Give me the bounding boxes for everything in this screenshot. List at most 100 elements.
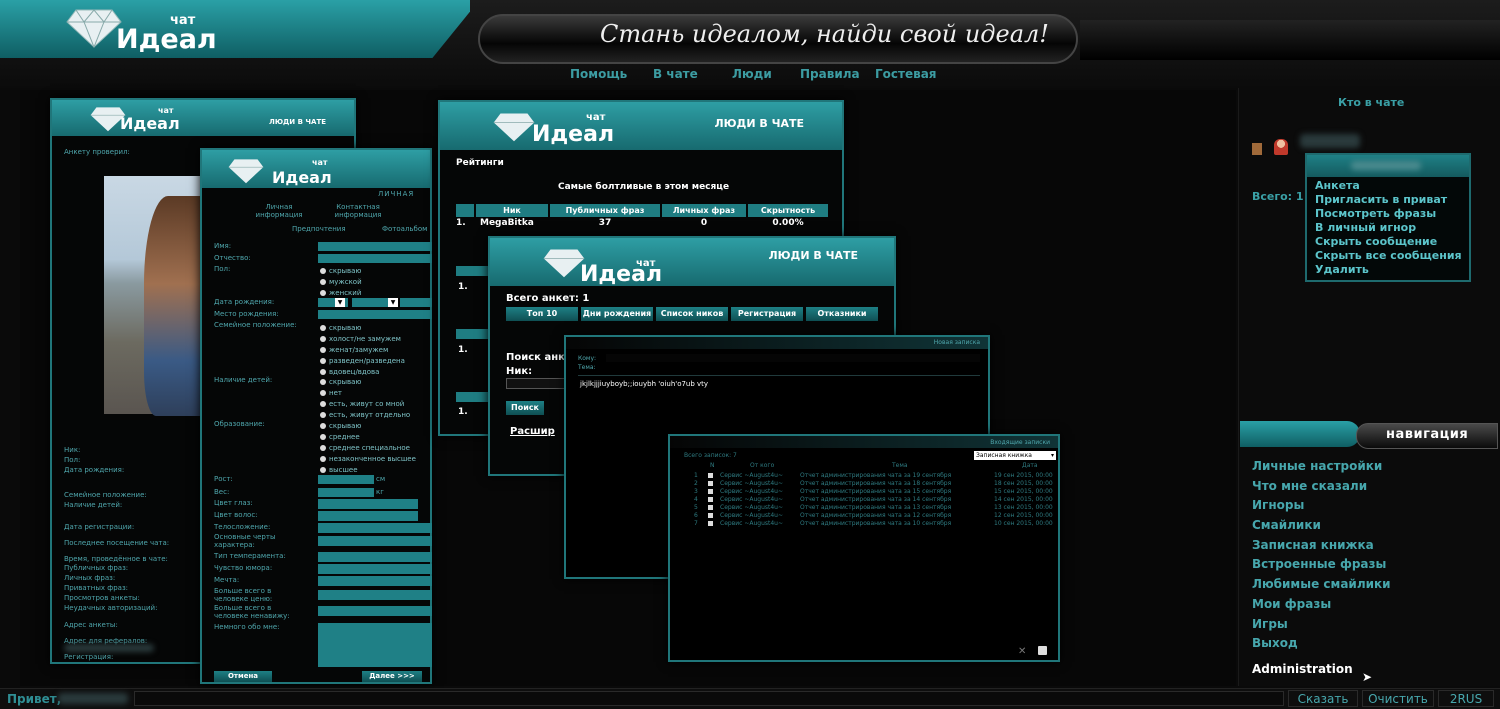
value-input[interactable] [318, 590, 432, 600]
user-avatar-icon[interactable] [1274, 139, 1288, 155]
cancel-button[interactable]: Отмена [214, 671, 272, 682]
chevron-down-icon[interactable]: ▼ [335, 298, 345, 307]
say-button[interactable]: Сказать [1288, 690, 1358, 707]
tab-preferences[interactable]: Предпочтения [292, 225, 346, 233]
nav-my-phrases[interactable]: Мои фразы [1252, 595, 1482, 615]
nav-fav-smileys[interactable]: Любимые смайлики [1252, 575, 1482, 595]
table-row[interactable]: 2 Сервис ~August4u~ Отчет администрировани… [684, 480, 1058, 488]
row-subject[interactable]: Отчет администрирования чата за 13 сентя… [800, 504, 951, 511]
traits-input[interactable] [318, 536, 432, 546]
table-row[interactable]: 1 Сервис ~August4u~ Отчет администрировани… [684, 472, 1058, 480]
extended-search-link[interactable]: Расшир [510, 426, 555, 437]
menu-help[interactable]: Помощь [570, 67, 627, 81]
trash-icon[interactable] [1038, 646, 1047, 655]
radio-education-4[interactable]: высшее [320, 464, 416, 475]
tab-photoalbum[interactable]: Фотоальбом [382, 225, 427, 233]
humor-input[interactable] [318, 564, 432, 574]
search-button[interactable]: Поиск [506, 401, 544, 415]
nav-ignores[interactable]: Игноры [1252, 496, 1482, 516]
menu-item-ignore[interactable]: В личный игнор [1315, 221, 1462, 235]
row-sender[interactable]: Сервис ~August4u~ [720, 488, 783, 495]
row-subject[interactable]: Отчет администрирования чата за 18 сентя… [800, 480, 951, 487]
radio-gender-male[interactable]: мужской [320, 276, 362, 287]
radio-education-3[interactable]: незаконченное высшее [320, 453, 416, 464]
row-checkbox[interactable] [708, 497, 713, 502]
nav-personal-settings[interactable]: Личные настройки [1252, 457, 1482, 477]
nav-exit[interactable]: Выход [1252, 634, 1482, 654]
temperament-input[interactable] [318, 552, 432, 562]
next-button[interactable]: Далее >>> [362, 671, 422, 682]
row-sender[interactable]: Сервис ~August4u~ [720, 504, 783, 511]
patronymic-input[interactable] [318, 254, 432, 263]
menu-people[interactable]: Люди [732, 67, 772, 81]
tab-birthdays[interactable]: Дни рождения [581, 307, 653, 321]
folder-select[interactable]: Записная книжка ▾ [974, 451, 1056, 460]
table-row[interactable]: 4 Сервис ~August4u~ Отчет администрировани… [684, 496, 1058, 504]
menu-item-profile[interactable]: Анкета [1315, 179, 1462, 193]
row-subject[interactable]: Отчет администрирования чата за 15 сентя… [800, 488, 951, 495]
row-checkbox[interactable] [708, 521, 713, 526]
radio-education-1[interactable]: среднее [320, 431, 416, 442]
tab-top10[interactable]: Топ 10 [506, 307, 578, 321]
radio-family-2[interactable]: женат/замужем [320, 344, 405, 355]
birth-year-select[interactable] [400, 298, 432, 307]
nav-games[interactable]: Игры [1252, 615, 1482, 635]
row-checkbox[interactable] [708, 489, 713, 494]
radio-children-3[interactable]: есть, живут отдельно [320, 409, 410, 420]
row-subject[interactable]: Отчет администрирования чата за 10 сентя… [800, 520, 951, 527]
nick-input[interactable] [506, 378, 566, 389]
user-nick-blurred[interactable] [1300, 134, 1360, 148]
menu-item-hide-all[interactable]: Скрыть все сообщения [1315, 249, 1462, 263]
row-sender[interactable]: Сервис ~August4u~ [720, 480, 783, 487]
close-icon[interactable]: ✕ [1018, 646, 1026, 657]
build-input[interactable] [318, 523, 432, 533]
to-input[interactable] [606, 354, 980, 362]
radio-children-0[interactable]: скрываю [320, 376, 410, 387]
table-row[interactable]: 7 Сервис ~August4u~ Отчет администрировани… [684, 520, 1058, 528]
menu-rules[interactable]: Правила [800, 67, 860, 81]
table-row[interactable]: 3 Сервис ~August4u~ Отчет администрировани… [684, 488, 1058, 496]
nav-administration[interactable]: Administration [1252, 662, 1353, 676]
eyes-input[interactable] [318, 499, 418, 509]
birthplace-input[interactable] [318, 310, 432, 319]
radio-gender-hidden[interactable]: скрываю [320, 265, 362, 276]
menu-in-chat[interactable]: В чате [653, 67, 698, 81]
radio-education-0[interactable]: скрываю [320, 420, 416, 431]
dream-input[interactable] [318, 576, 432, 586]
table-row[interactable]: 6 Сервис ~August4u~ Отчет администрировани… [684, 512, 1058, 520]
row-subject[interactable]: Отчет администрирования чата за 12 сентя… [800, 512, 951, 519]
menu-item-view-phrases[interactable]: Посмотреть фразы [1315, 207, 1462, 221]
row-checkbox[interactable] [708, 505, 713, 510]
clear-button[interactable]: Очистить [1362, 690, 1434, 707]
weight-input[interactable] [318, 488, 374, 497]
nav-what-said[interactable]: Что мне сказали [1252, 477, 1482, 497]
radio-children-2[interactable]: есть, живут со мной [320, 398, 410, 409]
tab-personal-info[interactable]: Личная информация [252, 203, 306, 219]
hair-input[interactable] [318, 511, 418, 521]
row-subject[interactable]: Отчет администрирования чата за 19 сентя… [800, 472, 951, 479]
chevron-down-icon[interactable]: ▼ [388, 298, 398, 307]
row-checkbox[interactable] [708, 513, 713, 518]
tab-refusers[interactable]: Отказники [806, 307, 878, 321]
tab-registration[interactable]: Регистрация [731, 307, 803, 321]
radio-gender-female[interactable]: женский [320, 287, 362, 298]
tab-contact-info[interactable]: Контактная информация [330, 203, 386, 219]
about-textarea[interactable] [318, 623, 432, 667]
row-checkbox[interactable] [708, 473, 713, 478]
message-input[interactable] [134, 691, 1284, 706]
radio-education-2[interactable]: среднее специальное [320, 442, 416, 453]
tab-nick-list[interactable]: Список ников [656, 307, 728, 321]
menu-item-invite-private[interactable]: Пригласить в приват [1315, 193, 1462, 207]
menu-guestbook[interactable]: Гостевая [875, 67, 937, 81]
name-input[interactable] [318, 242, 432, 251]
row-sender[interactable]: Сервис ~August4u~ [720, 496, 783, 503]
hate-input[interactable] [318, 606, 432, 616]
radio-family-0[interactable]: скрываю [320, 322, 405, 333]
row-sender[interactable]: Сервис ~August4u~ [720, 512, 783, 519]
menu-item-delete[interactable]: Удалить [1315, 263, 1462, 277]
row-sender[interactable]: Сервис ~August4u~ [720, 520, 783, 527]
row-checkbox[interactable] [708, 481, 713, 486]
nav-smileys[interactable]: Смайлики [1252, 516, 1482, 536]
height-input[interactable] [318, 475, 374, 484]
radio-children-1[interactable]: нет [320, 387, 410, 398]
